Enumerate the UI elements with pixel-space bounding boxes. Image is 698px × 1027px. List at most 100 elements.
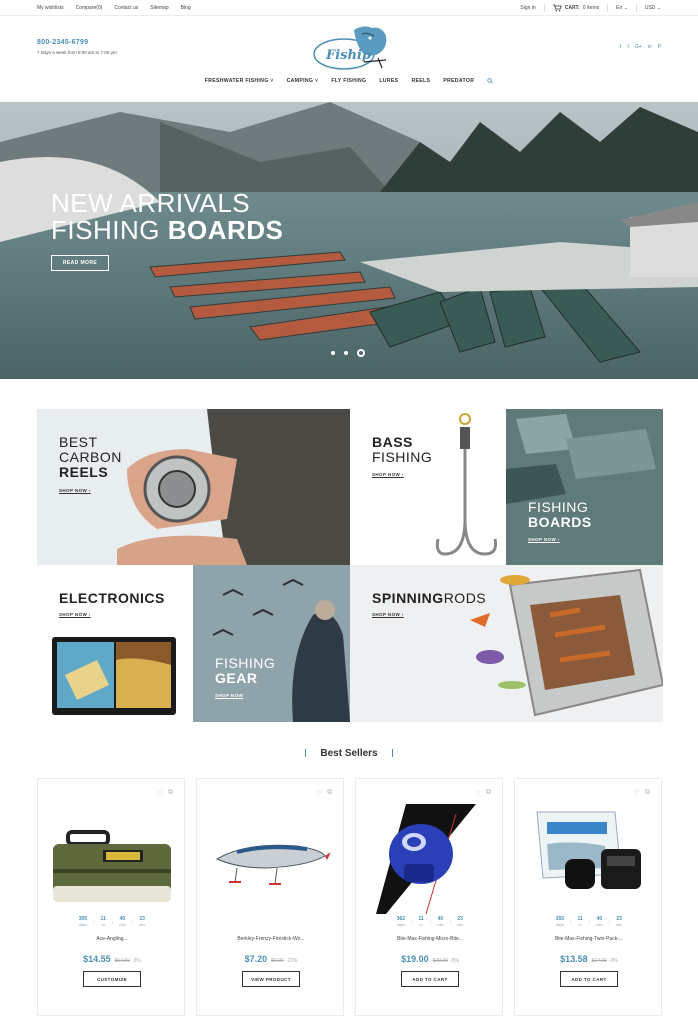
banner-bass-title: BASS FISHING bbox=[372, 434, 433, 465]
view-product-button[interactable]: VIEW PRODUCT bbox=[242, 971, 300, 987]
fish-finder-image bbox=[52, 637, 176, 715]
sign-in-link[interactable]: Sign in bbox=[520, 5, 535, 11]
top-links: My wishlists Compare(0) Contact us Sitem… bbox=[37, 5, 191, 11]
chevron-down-icon: ˅ bbox=[314, 78, 319, 84]
cart-count: 0 Items bbox=[582, 5, 600, 11]
language-select[interactable]: En ⌄ bbox=[616, 5, 628, 11]
banner-fishing-boards[interactable]: FISHING BOARDS SHOP NOW › bbox=[506, 409, 663, 565]
product-name[interactable]: Berkley-Frenzy-Firestick-Wo... bbox=[197, 936, 345, 942]
bite-alarm-image bbox=[376, 804, 476, 914]
product-name[interactable]: Bite-Max-Fishing-Twin-Pack-... bbox=[515, 936, 663, 942]
shop-now-link[interactable]: SHOP NOW › bbox=[372, 472, 404, 477]
banner-spinning-title: SPINNINGRODS bbox=[372, 590, 487, 606]
tackle-box-image bbox=[470, 568, 663, 717]
compare-link[interactable]: Compare(0) bbox=[76, 5, 103, 11]
chevron-down-icon: ⌄ bbox=[656, 5, 661, 11]
countdown-days: 355 days bbox=[555, 916, 565, 928]
banner-fishing-gear[interactable]: FISHING GEAR SHOP NOW bbox=[193, 565, 350, 722]
countdown-minutes: 40 min bbox=[119, 916, 126, 928]
nav-camping[interactable]: CAMPING ˅ bbox=[287, 78, 319, 86]
top-right: Sign in CART: 0 Items En ⌄ USD ⌄ bbox=[520, 4, 661, 12]
shop-now-link[interactable]: SHOP NOW › bbox=[59, 612, 91, 617]
linkedin-icon[interactable]: in bbox=[648, 44, 652, 50]
banner-electronics[interactable]: ELECTRONICS SHOP NOW › bbox=[37, 565, 193, 722]
product-card[interactable]: ♡ ⧉ 362 days: 11 hr: 40 min: 23 sec Bite-Max-… bbox=[355, 778, 503, 1016]
heart-icon[interactable]: ♡ bbox=[157, 789, 163, 797]
heart-icon[interactable]: ♡ bbox=[475, 789, 481, 797]
add-to-cart-button[interactable]: ADD TO CART bbox=[401, 971, 459, 987]
cart-button[interactable]: CART: 0 Items bbox=[552, 4, 600, 12]
nav-freshwater-fishing[interactable]: FRESHWATER FISHING ˅ bbox=[205, 78, 274, 86]
product-price: $7.20 $9.00 -22% bbox=[244, 954, 298, 964]
reel-image bbox=[117, 409, 350, 565]
product-card[interactable]: ♡ ⧉ 355 days: 11 hr: 40 min: 23 sec Bite-Max-… bbox=[514, 778, 662, 1016]
facebook-icon[interactable]: f bbox=[620, 44, 621, 50]
my-wishlists-link[interactable]: My wishlists bbox=[37, 5, 64, 11]
blog-link[interactable]: Blog bbox=[181, 5, 191, 11]
shop-now-link[interactable]: SHOP NOW › bbox=[372, 612, 404, 617]
lure-image bbox=[215, 844, 331, 885]
banner-bass-fishing[interactable]: BASS FISHING SHOP NOW › bbox=[350, 409, 506, 565]
compare-icon[interactable]: ⧉ bbox=[168, 789, 173, 797]
cart-icon bbox=[552, 4, 562, 12]
hook-image bbox=[435, 413, 497, 556]
slider-dot-1[interactable] bbox=[331, 351, 335, 355]
product-card[interactable]: ♡ ⧉ Berkley-Frenzy-Firestick-Wo... $7.20 $… bbox=[196, 778, 344, 1016]
twitter-icon[interactable]: t bbox=[628, 44, 629, 50]
cart-label: CART: bbox=[564, 5, 580, 11]
pinterest-icon[interactable]: P bbox=[658, 44, 661, 50]
nav-lures[interactable]: LURES bbox=[379, 78, 398, 86]
search-icon[interactable] bbox=[487, 78, 494, 86]
read-more-button[interactable]: READ MORE bbox=[51, 255, 109, 271]
compare-icon[interactable]: ⧉ bbox=[486, 789, 491, 797]
nav-predator[interactable]: PREDATOR bbox=[443, 78, 474, 86]
add-to-cart-button[interactable]: ADD TO CART bbox=[560, 971, 618, 987]
heart-icon[interactable]: ♡ bbox=[316, 789, 322, 797]
slider-dot-3[interactable] bbox=[357, 349, 365, 357]
slider-dot-2[interactable] bbox=[344, 351, 348, 355]
product-name[interactable]: Bite-Max-Fishing-Micro-Bite... bbox=[356, 936, 504, 942]
banner-gear-title: FISHING GEAR bbox=[215, 655, 276, 686]
countdown-hours: 11 hr bbox=[577, 916, 583, 928]
product-price: $13.58 $14.00 -3% bbox=[560, 954, 618, 964]
nav-fly-fishing[interactable]: FLY FISHING bbox=[331, 78, 366, 86]
sitemap-link[interactable]: Sitemap bbox=[150, 5, 168, 11]
countdown-hours: 11 hr bbox=[100, 916, 106, 928]
phone-number[interactable]: 800-2345-6799 bbox=[37, 39, 88, 46]
bite-max-package-image bbox=[536, 811, 641, 889]
countdown-days: 305 days bbox=[78, 916, 88, 928]
chevron-down-icon: ˅ bbox=[270, 78, 274, 84]
banner-boards-title: FISHING BOARDS bbox=[528, 499, 592, 530]
countdown-seconds: 23 sec bbox=[616, 916, 623, 928]
currency-select[interactable]: USD ⌄ bbox=[645, 5, 661, 11]
heart-icon[interactable]: ♡ bbox=[634, 789, 640, 797]
svg-text:Fiship: Fiship bbox=[325, 48, 371, 63]
nav-reels[interactable]: REELS bbox=[411, 78, 430, 86]
hero-slider[interactable]: NEW ARRIVALS FISHING BOARDS READ MORE bbox=[0, 102, 698, 379]
shop-now-link[interactable]: SHOP NOW bbox=[215, 693, 243, 698]
product-card[interactable]: ♡ ⧉ 305 days: 11 hr: 40 min: 23 sec Ace-Angli… bbox=[37, 778, 185, 1016]
compare-icon[interactable]: ⧉ bbox=[327, 789, 332, 797]
contact-us-link[interactable]: Contact us bbox=[114, 5, 138, 11]
countdown-minutes: 40 min bbox=[596, 916, 603, 928]
site-logo[interactable]: Fiship bbox=[312, 22, 390, 74]
countdown-seconds: 23 sec bbox=[457, 916, 464, 928]
google-plus-icon[interactable]: G+ bbox=[635, 44, 642, 50]
top-bar: My wishlists Compare(0) Contact us Sitem… bbox=[0, 0, 698, 16]
product-name[interactable]: Ace-Angling... bbox=[38, 936, 186, 942]
customize-button[interactable]: CUSTOMIZE bbox=[83, 971, 141, 987]
opening-hours: 7 Days a week from 9:00 am to 7:00 pm bbox=[37, 50, 117, 55]
tackle-box-image bbox=[53, 830, 171, 902]
hero-headline: NEW ARRIVALS FISHING BOARDS bbox=[51, 190, 283, 244]
compare-icon[interactable]: ⧉ bbox=[645, 789, 650, 797]
title-divider bbox=[305, 749, 307, 758]
title-divider bbox=[391, 749, 393, 758]
header: 800-2345-6799 7 Days a week from 9:00 am… bbox=[0, 16, 698, 102]
countdown-timer: 355 days: 11 hr: 40 min: 23 sec bbox=[555, 916, 623, 928]
banner-spinning-rods[interactable]: SPINNINGRODS SHOP NOW › bbox=[350, 565, 663, 722]
countdown-timer: 362 days: 11 hr: 40 min: 23 sec bbox=[396, 916, 464, 928]
divider bbox=[607, 4, 609, 12]
shop-now-link[interactable]: SHOP NOW › bbox=[528, 537, 560, 542]
shop-now-link[interactable]: SHOP NOW › bbox=[59, 488, 91, 493]
banner-carbon-reels[interactable]: BEST CARBON REELS SHOP NOW › bbox=[37, 409, 350, 565]
